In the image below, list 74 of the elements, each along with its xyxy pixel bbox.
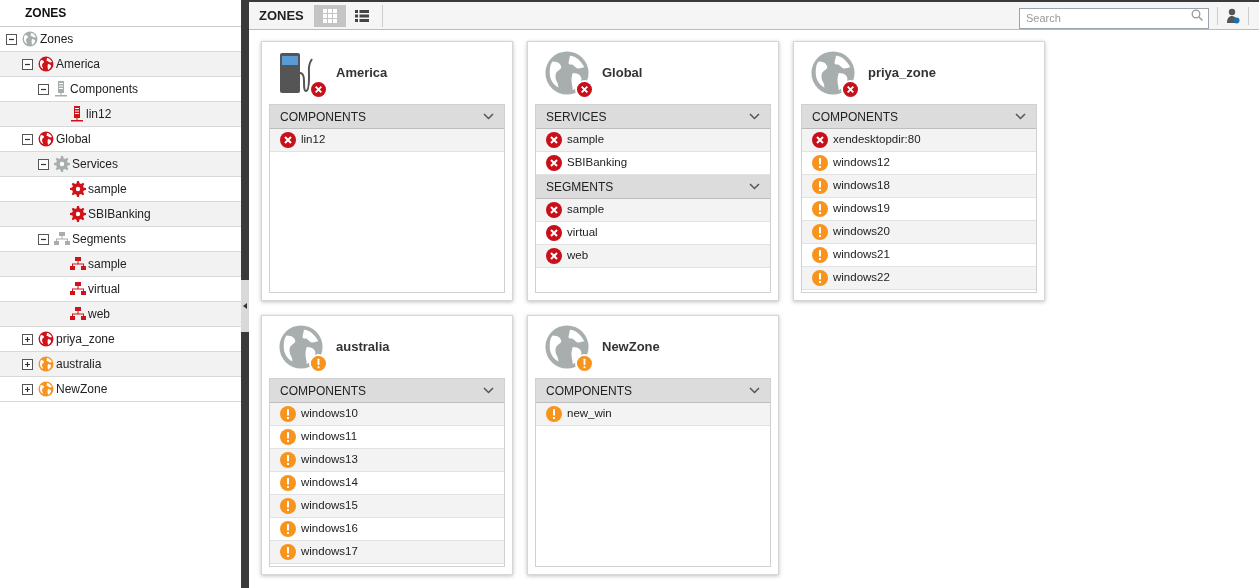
- globe-icon: [810, 50, 856, 96]
- collapse-icon[interactable]: [6, 33, 17, 45]
- caret-left-icon: [243, 303, 247, 309]
- tree-item[interactable]: Segments: [72, 230, 127, 248]
- chevron-down-icon: [749, 387, 760, 394]
- globe-icon: [544, 324, 590, 370]
- component-item[interactable]: web: [567, 247, 589, 265]
- zone-name: priya_zone: [868, 64, 936, 83]
- page-title: ZONES: [259, 6, 304, 25]
- component-item[interactable]: sample: [567, 131, 605, 149]
- globe-icon: [278, 324, 324, 370]
- tree-item[interactable]: America: [56, 55, 100, 73]
- tree-item[interactable]: Zones: [40, 30, 74, 48]
- component-item[interactable]: new_win: [567, 405, 612, 423]
- tree-item[interactable]: sample: [88, 180, 127, 198]
- zone-name: NewZone: [602, 338, 660, 357]
- expand-icon[interactable]: [22, 333, 33, 345]
- search-icon: [1191, 9, 1203, 21]
- component-item[interactable]: windows17: [301, 543, 358, 561]
- component-item[interactable]: sample: [567, 201, 605, 219]
- component-item[interactable]: windows16: [301, 520, 358, 538]
- tree-item[interactable]: Services: [72, 155, 118, 173]
- expand-icon[interactable]: [22, 383, 33, 395]
- globe-icon: [544, 50, 590, 96]
- section-header[interactable]: COMPONENTS: [802, 105, 1036, 129]
- expand-icon[interactable]: [22, 358, 33, 370]
- chevron-down-icon: [483, 113, 494, 120]
- component-item[interactable]: windows19: [833, 200, 890, 218]
- section-header[interactable]: COMPONENTS: [536, 379, 770, 403]
- component-item[interactable]: virtual: [567, 224, 598, 242]
- tree-item[interactable]: SBIBanking: [88, 205, 151, 223]
- section-header[interactable]: SERVICES: [536, 105, 770, 129]
- chevron-down-icon: [483, 387, 494, 394]
- component-item[interactable]: windows15: [301, 497, 358, 515]
- component-item[interactable]: windows10: [301, 405, 358, 423]
- collapse-icon[interactable]: [22, 133, 33, 145]
- section-header[interactable]: SEGMENTS: [536, 175, 770, 199]
- tree-item[interactable]: NewZone: [56, 380, 108, 398]
- zone-name: Global: [602, 64, 643, 83]
- chevron-down-icon: [749, 113, 760, 120]
- component-item[interactable]: windows13: [301, 451, 358, 469]
- component-item[interactable]: windows12: [833, 154, 890, 172]
- component-item[interactable]: windows22: [833, 269, 890, 287]
- list-icon: [354, 9, 369, 22]
- component-item[interactable]: SBIBanking: [567, 154, 628, 172]
- section-header[interactable]: COMPONENTS: [270, 379, 504, 403]
- component-item[interactable]: lin12: [301, 131, 326, 149]
- component-item[interactable]: windows20: [833, 223, 890, 241]
- collapse-icon[interactable]: [38, 233, 49, 245]
- grid-icon: [322, 8, 337, 23]
- chevron-down-icon: [749, 183, 760, 190]
- sidebar-title: ZONES: [25, 5, 67, 22]
- component-item[interactable]: windows14: [301, 474, 358, 492]
- zone-name: America: [336, 64, 388, 83]
- tree-item[interactable]: web: [88, 305, 110, 323]
- tree-item[interactable]: sample: [88, 255, 127, 273]
- user-settings-icon[interactable]: [1226, 7, 1240, 24]
- component-item[interactable]: windows18: [833, 177, 890, 195]
- tree-item[interactable]: priya_zone: [56, 330, 115, 348]
- collapse-icon[interactable]: [38, 83, 49, 95]
- tree-item[interactable]: lin12: [86, 105, 112, 123]
- component-item[interactable]: windows11: [301, 428, 358, 446]
- tree-item[interactable]: australia: [56, 355, 102, 373]
- chevron-down-icon: [1015, 113, 1026, 120]
- section-header[interactable]: COMPONENTS: [270, 105, 504, 129]
- tree-item[interactable]: virtual: [88, 280, 120, 298]
- zone-name: australia: [336, 338, 390, 357]
- component-item[interactable]: windows21: [833, 246, 890, 264]
- collapse-icon[interactable]: [22, 58, 33, 70]
- tree-item[interactable]: Components: [70, 80, 139, 98]
- collapse-icon[interactable]: [38, 158, 49, 170]
- collapse-handle[interactable]: [241, 280, 249, 332]
- search-field[interactable]: Search: [1019, 7, 1209, 29]
- tree-item[interactable]: Global: [56, 130, 91, 148]
